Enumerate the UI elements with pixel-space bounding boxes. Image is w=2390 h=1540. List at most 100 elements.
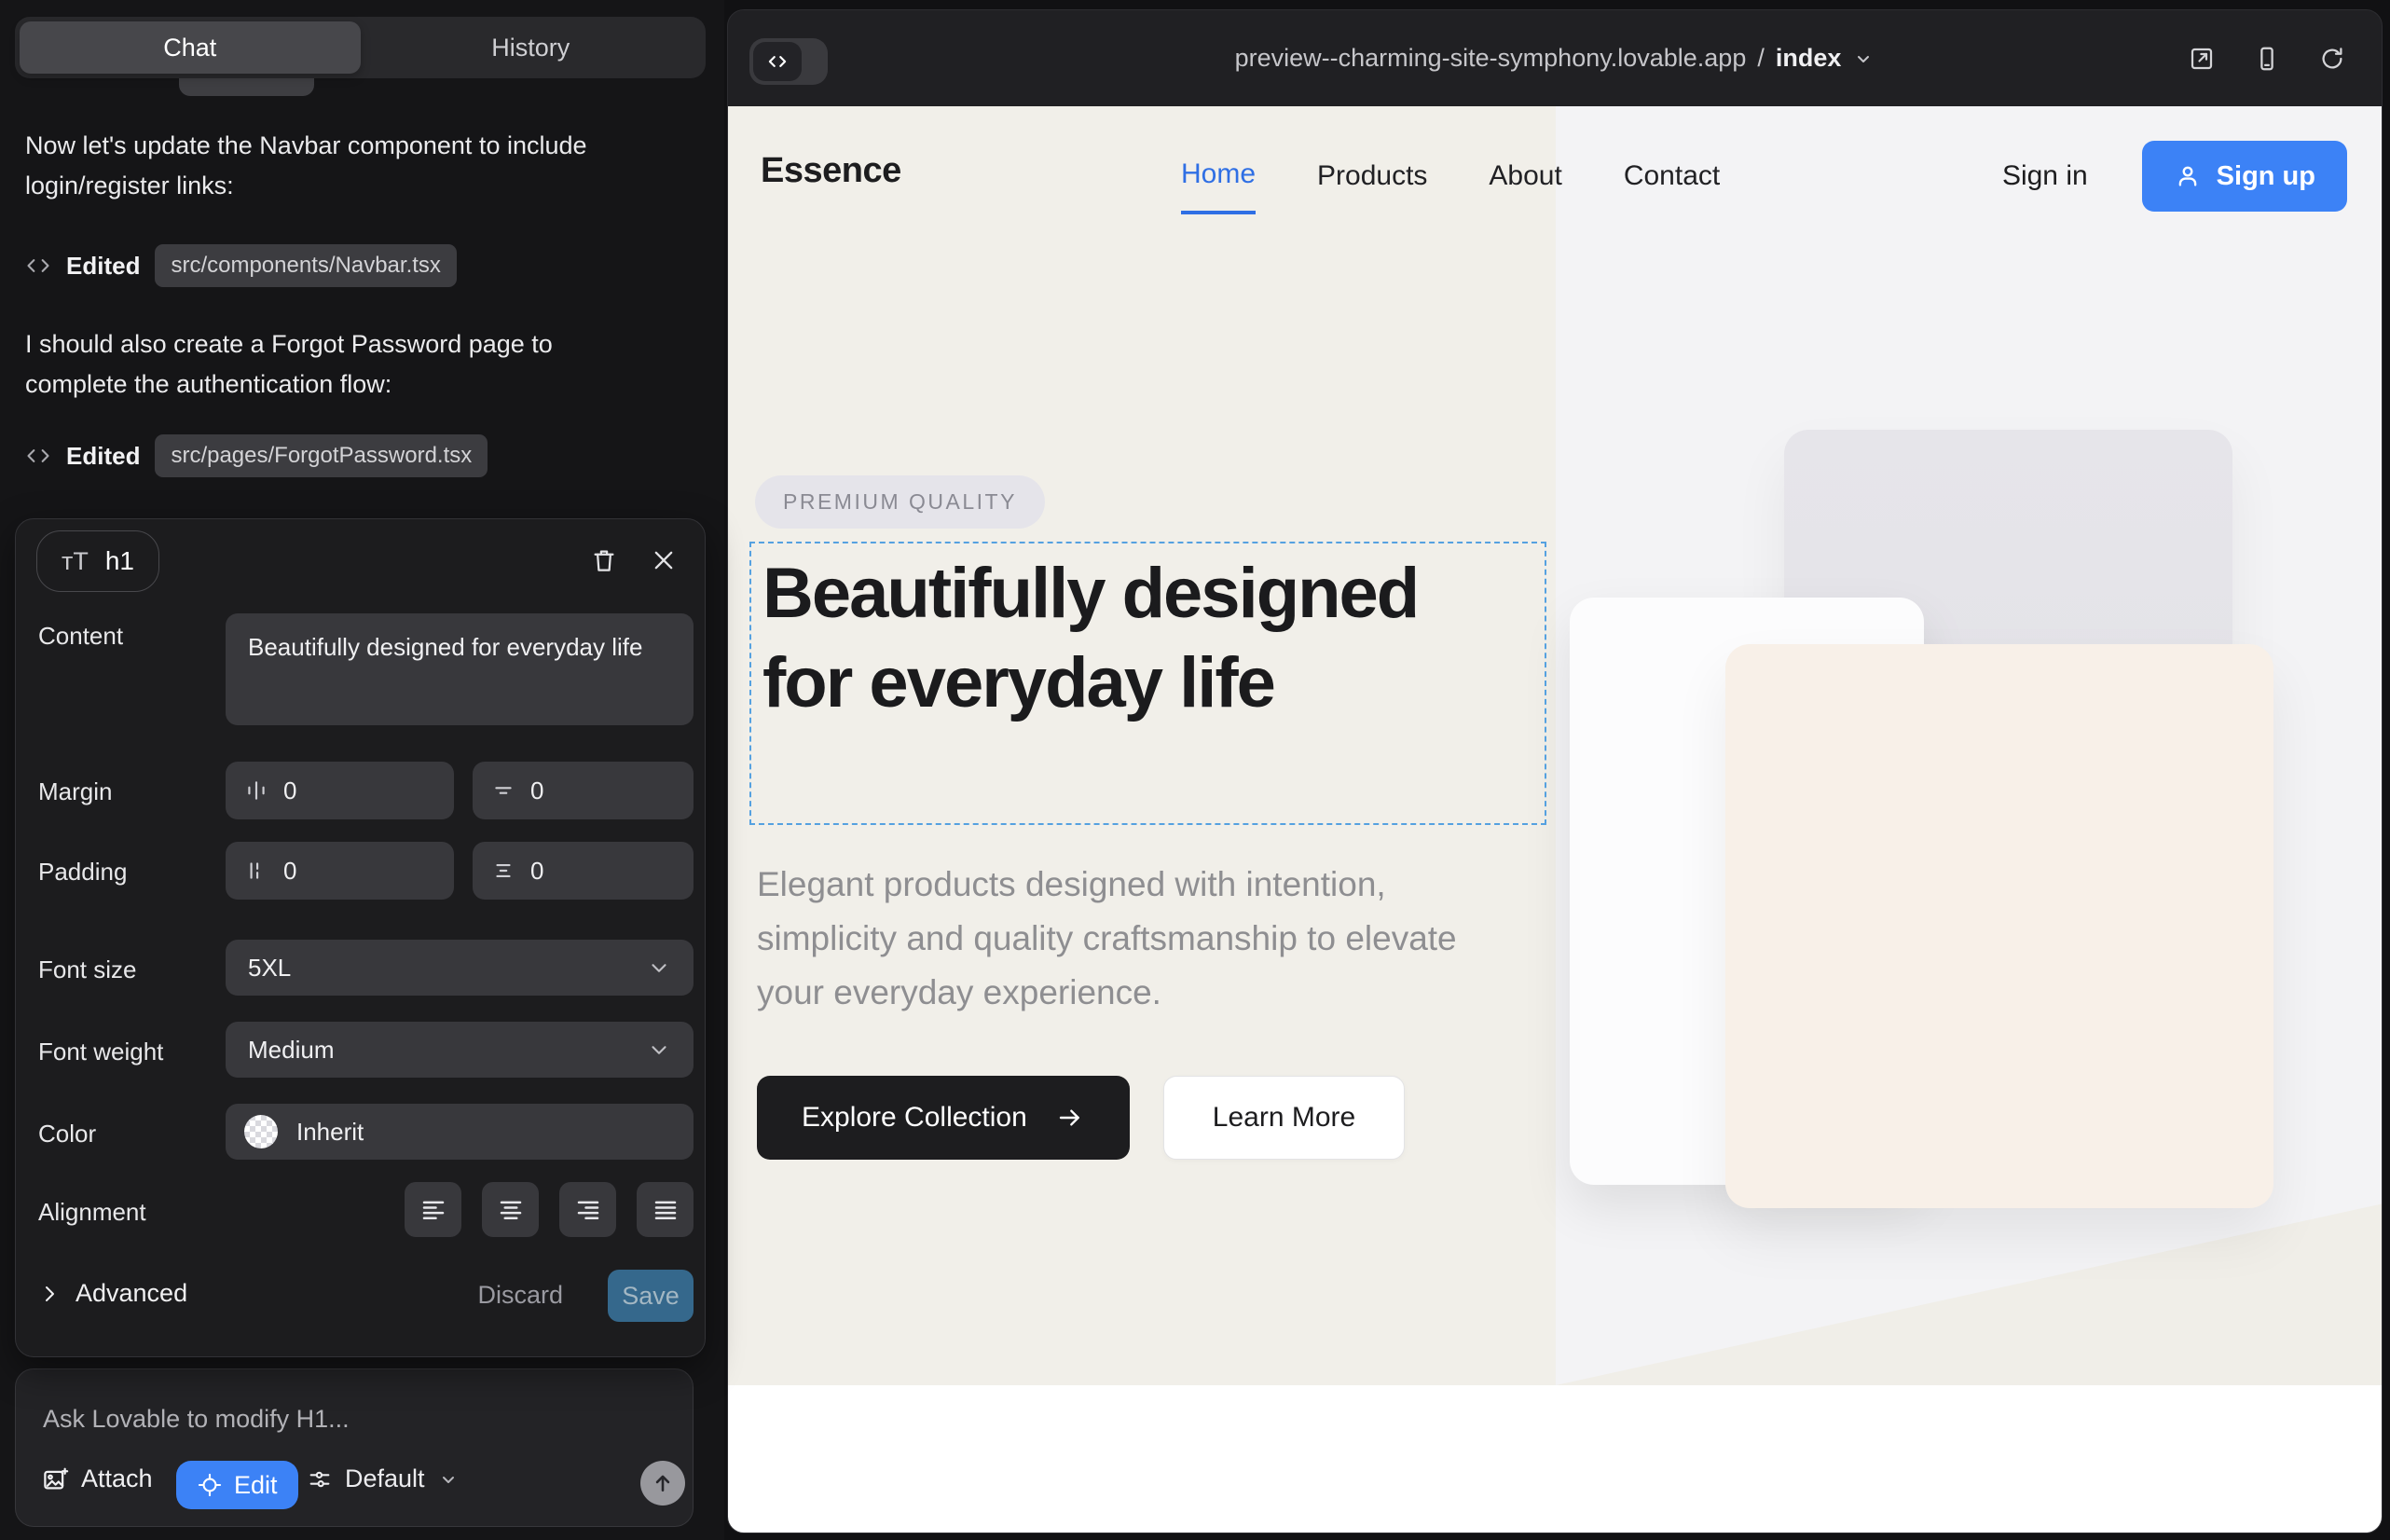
mode-selector[interactable]: Default (307, 1464, 460, 1493)
font-size-value: 5XL (248, 954, 291, 983)
text-type-icon: тT (62, 547, 89, 576)
refresh-icon (2318, 45, 2346, 73)
url-page: index (1776, 44, 1842, 73)
hero-graphic-beige-card (1725, 644, 2273, 1208)
align-center-button[interactable] (482, 1182, 539, 1237)
chevron-down-icon (647, 956, 671, 980)
element-tag-label: h1 (105, 546, 134, 576)
padding-vertical-icon (491, 859, 515, 883)
color-label: Color (38, 1120, 96, 1148)
align-right-icon (574, 1196, 602, 1224)
attach-button[interactable]: Attach (41, 1464, 153, 1493)
align-right-button[interactable] (559, 1182, 616, 1237)
sign-up-label: Sign up (2217, 161, 2315, 192)
hero-cta-row: Explore Collection Learn More (757, 1076, 1405, 1160)
padding-y-value: 0 (530, 857, 543, 886)
padding-y-input[interactable]: 0 (473, 842, 694, 900)
edit-mode-button[interactable]: Edit (176, 1461, 298, 1509)
arrow-right-icon (1055, 1103, 1085, 1133)
color-select[interactable]: Inherit (226, 1104, 694, 1160)
margin-horizontal-icon (244, 778, 268, 803)
margin-x-input[interactable]: 0 (226, 762, 454, 819)
element-editor-panel: тT h1 Content Beautifully designed for e… (15, 518, 706, 1357)
refresh-button[interactable] (2318, 45, 2346, 73)
nav-link-home[interactable]: Home (1181, 138, 1256, 214)
site-page: Essence Home Products About Contact Sign… (728, 106, 2383, 1533)
scrolled-out-chip (179, 78, 314, 96)
sign-in-link[interactable]: Sign in (2002, 160, 2088, 192)
edited-file-row: Edited src/pages/ForgotPassword.tsx (25, 434, 488, 477)
margin-x-value: 0 (283, 777, 296, 805)
chat-sidebar: Chat History Now let's update the Navbar… (0, 0, 724, 1540)
person-icon (2174, 162, 2202, 190)
cta-primary-label: Explore Collection (802, 1102, 1027, 1134)
site-logo[interactable]: Essence (761, 151, 901, 191)
margin-y-value: 0 (530, 777, 543, 805)
learn-more-button[interactable]: Learn More (1163, 1076, 1405, 1160)
content-label: Content (38, 622, 123, 651)
save-button[interactable]: Save (608, 1270, 694, 1322)
open-in-new-tab-button[interactable] (2188, 45, 2216, 73)
browser-chrome: preview--charming-site-symphony.lovable.… (728, 10, 2382, 106)
composer-input[interactable]: Ask Lovable to modify H1... (43, 1405, 350, 1434)
arrow-up-icon (651, 1471, 675, 1495)
mode-label: Default (345, 1464, 425, 1493)
attach-label: Attach (81, 1464, 153, 1493)
url-domain: preview--charming-site-symphony.lovable.… (1235, 44, 1747, 73)
delete-element-button[interactable] (584, 540, 625, 581)
alignment-group (405, 1182, 694, 1237)
nav-link-contact[interactable]: Contact (1624, 140, 1720, 213)
hero-diagonal-band (1556, 1203, 2383, 1385)
tab-chat[interactable]: Chat (20, 21, 361, 74)
h1-selection-outline[interactable]: Beautifully designed for everyday life (749, 542, 1546, 825)
close-icon (651, 547, 677, 573)
chevron-down-icon (647, 1038, 671, 1062)
font-weight-label: Font weight (38, 1038, 163, 1066)
transparent-swatch-icon (244, 1115, 278, 1148)
target-icon (197, 1472, 223, 1498)
font-size-select[interactable]: 5XL (226, 940, 694, 996)
content-textarea[interactable]: Beautifully designed for everyday life (226, 613, 694, 725)
align-justify-button[interactable] (637, 1182, 694, 1237)
margin-y-input[interactable]: 0 (473, 762, 694, 819)
mobile-view-button[interactable] (2253, 45, 2281, 73)
align-left-button[interactable] (405, 1182, 461, 1237)
padding-horizontal-icon (244, 859, 268, 883)
padding-x-input[interactable]: 0 (226, 842, 454, 900)
editor-footer: Advanced Discard Save (16, 1270, 705, 1324)
edited-file-chip[interactable]: src/pages/ForgotPassword.tsx (155, 434, 488, 477)
url-bar[interactable]: preview--charming-site-symphony.lovable.… (728, 10, 2382, 106)
external-link-icon (2188, 45, 2216, 73)
close-editor-button[interactable] (643, 540, 684, 581)
alignment-label: Alignment (38, 1198, 146, 1227)
selected-element-pill: тT h1 (36, 530, 159, 592)
padding-label: Padding (38, 858, 127, 887)
chevron-down-icon (1852, 48, 1875, 70)
edited-label: Edited (66, 442, 140, 471)
send-button[interactable] (640, 1461, 685, 1506)
margin-label: Margin (38, 777, 112, 806)
trash-icon (590, 546, 618, 574)
sign-up-button[interactable]: Sign up (2142, 141, 2347, 212)
edit-label: Edit (234, 1471, 278, 1500)
preview-browser: preview--charming-site-symphony.lovable.… (727, 9, 2383, 1533)
chrome-actions (2188, 10, 2346, 106)
nav-link-about[interactable]: About (1489, 140, 1561, 213)
font-weight-select[interactable]: Medium (226, 1022, 694, 1078)
chat-composer: Ask Lovable to modify H1... Attach Edit (15, 1368, 694, 1527)
mobile-phone-icon (2253, 45, 2281, 73)
explore-collection-button[interactable]: Explore Collection (757, 1076, 1130, 1160)
margin-vertical-icon (491, 778, 515, 803)
edited-file-row: Edited src/components/Navbar.tsx (25, 244, 457, 287)
code-icon (25, 443, 51, 469)
url-separator: / (1757, 44, 1765, 73)
edited-file-chip[interactable]: src/components/Navbar.tsx (155, 244, 456, 287)
advanced-toggle[interactable]: Advanced (38, 1279, 187, 1308)
padding-x-value: 0 (283, 857, 296, 886)
discard-button[interactable]: Discard (477, 1281, 563, 1310)
nav-link-products[interactable]: Products (1317, 140, 1427, 213)
attach-image-icon (41, 1465, 69, 1493)
tab-history[interactable]: History (361, 21, 702, 74)
font-size-label: Font size (38, 956, 137, 984)
hero-headline[interactable]: Beautifully designed for everyday life (762, 549, 1434, 728)
